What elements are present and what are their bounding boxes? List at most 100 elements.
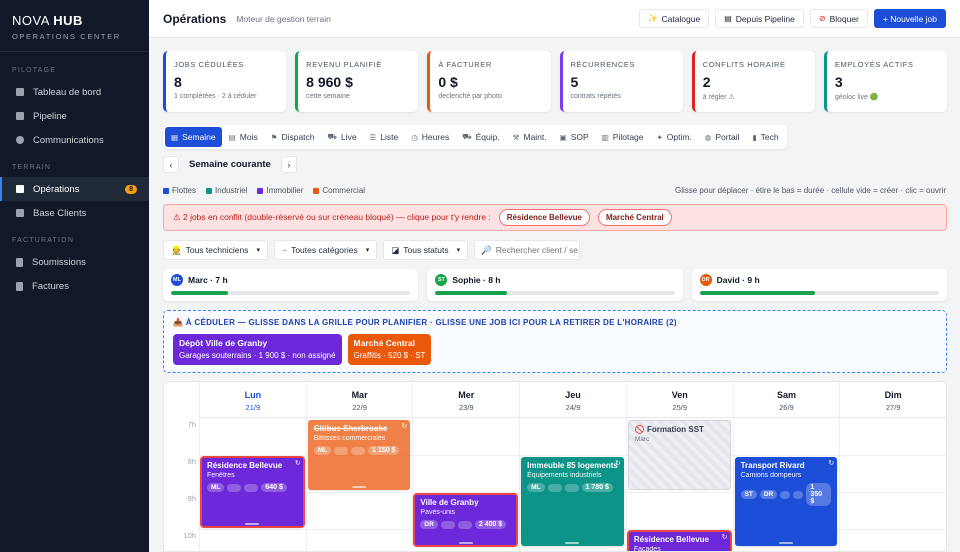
job-card[interactable]: Résidence Bellevue Fenêtres ML 640 $ ↻: [200, 456, 305, 528]
job-price: 1 350 $: [806, 483, 832, 506]
avatar: ST: [435, 274, 448, 286]
tab-dispatch[interactable]: ⚑ Dispatch: [265, 127, 321, 147]
kpi-label: RÉCURRENCES: [570, 60, 636, 69]
tab-mois[interactable]: ▤ Mois: [223, 127, 264, 147]
sidebar-item-op-rations[interactable]: Opérations 8: [0, 177, 149, 201]
tab-icon: ▣: [559, 132, 567, 142]
search-input[interactable]: [495, 245, 578, 255]
sidebar-item-soumissions[interactable]: Soumissions: [0, 250, 149, 274]
tech-filter-select[interactable]: 👷 Tous techniciens ▾: [163, 240, 268, 260]
job-title: Citibus Sherbrooke: [313, 424, 388, 433]
day-header: Mer 23/9: [412, 382, 519, 417]
day-name: Mer: [458, 390, 475, 400]
kpi-label: CONFLITS HORAIRE: [702, 60, 786, 69]
sidebar-item-pipeline[interactable]: Pipeline: [0, 104, 149, 128]
tab-icon: ▥: [601, 132, 609, 142]
new-job-button[interactable]: + Nouvelle job: [873, 9, 946, 28]
unscheduled-job-card[interactable]: Marché Central Graffitis · 520 $ · ST: [347, 334, 432, 365]
job-subtitle: Équipements industriels: [527, 472, 602, 479]
unscheduled-title: 📥 À CÉDULER — GLISSE DANS LA GRILLE POUR…: [173, 318, 677, 327]
tab-quip[interactable]: ⛟ Équip.: [456, 127, 506, 147]
clients-icon: [16, 209, 24, 217]
equipment-icon: [440, 520, 455, 529]
tech-load-card[interactable]: ML Marc · 7 h: [163, 269, 419, 301]
kpi-subtext: cette semaine: [306, 93, 350, 100]
tab-portail[interactable]: ◍ Portail: [699, 127, 746, 147]
load-bar-fill: [171, 291, 229, 295]
job-chips: ML 1 780 $: [527, 483, 618, 492]
resize-handle[interactable]: [565, 541, 580, 544]
job-card[interactable]: Résidence Bellevue Façades ↻: [626, 530, 732, 551]
blocked-slot[interactable]: 🚫 Formation SST Marc: [627, 420, 731, 490]
tab-optim[interactable]: ✦ Optim.: [651, 127, 698, 147]
tab-liste[interactable]: ☰ Liste: [364, 127, 405, 147]
legend-label: Commercial: [322, 186, 366, 195]
tab-heures[interactable]: ◷ Heures: [405, 127, 455, 147]
view-tabs: ▦ Semaine ▤ Mois ⚑ Dispatch ⛟ Live ☰ Liste ◷ Heures…: [163, 125, 787, 149]
conflict-link[interactable]: Marché Central: [597, 209, 672, 226]
resize-handle[interactable]: [245, 523, 260, 525]
tab-sop[interactable]: ▣ SOP: [554, 127, 595, 147]
block-label: Bloquer: [829, 13, 859, 24]
legend-item: Commercial: [313, 186, 365, 195]
category-filter-select[interactable]: ⌁ Toutes catégories ▾: [273, 240, 378, 260]
chevron-down-icon: ▾: [365, 247, 370, 254]
job-card[interactable]: Ville de Granby Pavés-unis DR 2 400 $: [413, 493, 519, 547]
kpi-card: REVENU PLANIFIÉ 8 960 $ cette semaine: [295, 51, 419, 112]
hour-label: 7h: [187, 420, 196, 429]
job-card[interactable]: Citibus Sherbrooke Bâtisses commerciales M…: [307, 420, 411, 490]
recurring-icon: ↻: [614, 460, 621, 467]
resize-handle[interactable]: [352, 486, 367, 488]
prev-week-button[interactable]: ‹: [163, 156, 179, 173]
resize-handle[interactable]: [778, 541, 793, 544]
tab-icon: ✦: [656, 132, 663, 142]
kpi-card: JOBS CÉDULÉES 8 1 complétées · 2 à céduler: [163, 51, 287, 112]
resize-handle[interactable]: [458, 541, 473, 544]
block-button[interactable]: ⊘ Bloquer: [809, 9, 868, 28]
sidebar-item-base-clients[interactable]: Base Clients: [0, 201, 149, 225]
unscheduled-job-card[interactable]: Dépôt Ville de Granby Garages souterrains…: [173, 334, 342, 365]
tab-pilotage[interactable]: ▥ Pilotage: [596, 127, 650, 147]
kpi-label: JOBS CÉDULÉES: [174, 60, 244, 69]
tab-maint[interactable]: ⚒ Maint.: [507, 127, 553, 147]
tech-load-card[interactable]: ST Sophie · 8 h: [427, 269, 683, 301]
catalogue-button[interactable]: ✨ Catalogue: [638, 9, 710, 28]
day-name: Sam: [776, 390, 796, 400]
kpi-value: 3: [834, 74, 843, 90]
job-subtitle: Graffitis · 520 $ · ST: [353, 351, 426, 360]
job-title: Transport Rivard: [740, 461, 805, 470]
tab-label: Tech: [760, 132, 779, 142]
tab-label: Équip.: [475, 132, 500, 142]
day-header: Dim 27/9: [839, 382, 946, 417]
tab-label: Portail: [715, 132, 740, 142]
tech-chip: ST: [740, 490, 757, 499]
job-card[interactable]: Transport Rivard Camions dompeurs ST DR 1 35…: [734, 457, 838, 546]
week-navigation: ‹ Semaine courante ›: [163, 156, 297, 173]
recurring-icon: ↻: [828, 460, 835, 467]
tab-tech[interactable]: ▮ Tech: [746, 127, 784, 147]
category-legend: Flottes Industriel Immobilier Commercial: [163, 186, 365, 195]
kpi-value: 8: [174, 74, 182, 90]
next-week-button[interactable]: ›: [280, 156, 297, 173]
kpi-subtext: à régler ⚠: [702, 94, 735, 101]
sidebar-item-tableau-de-bord[interactable]: Tableau de bord: [0, 80, 149, 104]
sidebar-section-label: FACTURATION: [12, 237, 75, 244]
legend-swatch: [163, 187, 169, 194]
block-title: 🚫 Formation SST: [634, 425, 704, 434]
tech-load-card[interactable]: DR David · 9 h: [691, 269, 947, 301]
status-filter-select[interactable]: ◪ Tous statuts ▾: [383, 240, 469, 260]
tab-semaine[interactable]: ▦ Semaine: [165, 127, 222, 147]
tech-chip: ML: [527, 483, 545, 492]
sidebar-item-communications[interactable]: Communications: [0, 128, 149, 152]
sidebar-item-factures[interactable]: Factures: [0, 274, 149, 298]
job-chips: DR 2 400 $: [420, 520, 511, 529]
filter-bar: 👷 Tous techniciens ▾ ⌁ Toutes catégories ▾ ◪…: [163, 240, 581, 260]
conflict-link[interactable]: Résidence Bellevue: [498, 209, 590, 226]
from-pipeline-button[interactable]: ▤ Depuis Pipeline: [715, 9, 804, 28]
kpi-label: EMPLOYÉS ACTIFS: [834, 60, 914, 69]
unscheduled-dropzone[interactable]: 📥 À CÉDULER — GLISSE DANS LA GRILLE POUR…: [163, 310, 947, 373]
job-card[interactable]: Immeuble 85 logements Équipements industr…: [521, 457, 624, 546]
tab-live[interactable]: ⛟ Live: [322, 127, 363, 147]
tab-icon: ⛟: [462, 132, 472, 141]
sidebar-item-label: Pipeline: [33, 110, 67, 122]
